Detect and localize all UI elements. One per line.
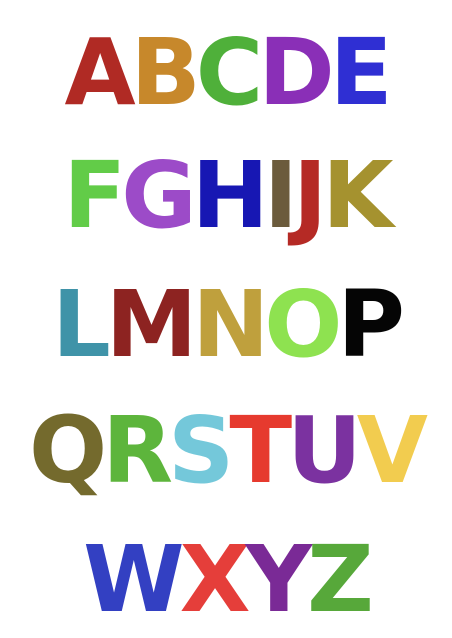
- letter-k: K: [322, 142, 393, 249]
- letter-l: L: [52, 271, 111, 378]
- letter-s: S: [168, 397, 234, 504]
- letter-y: Y: [245, 526, 313, 633]
- letter-p: P: [337, 271, 404, 378]
- letter-c: C: [195, 19, 263, 126]
- letter-row-2: FGHIJK: [0, 141, 452, 251]
- letter-row-1: ABCDE: [0, 18, 452, 128]
- letter-row-5: WXYZ: [0, 525, 452, 635]
- letter-o: O: [264, 271, 342, 378]
- letter-w: W: [83, 526, 185, 633]
- letter-b: B: [130, 19, 201, 126]
- letter-d: D: [258, 19, 334, 126]
- letter-row-4: QRSTUV: [0, 396, 452, 506]
- letter-f: F: [63, 142, 126, 249]
- letter-n: N: [192, 271, 269, 378]
- letter-z: Z: [307, 526, 374, 633]
- letter-u: U: [287, 397, 362, 504]
- letter-a: A: [64, 19, 135, 126]
- letter-x: X: [179, 526, 251, 633]
- letter-i: I: [263, 142, 298, 249]
- letter-r: R: [102, 397, 173, 504]
- letter-t: T: [229, 397, 292, 504]
- letter-row-3: LMNOP: [0, 270, 452, 380]
- alphabet-chart: ABCDE FGHIJK LMNOP QRSTUV WXYZ: [0, 0, 452, 638]
- letter-q: Q: [28, 397, 107, 504]
- letter-m: M: [105, 271, 198, 378]
- letter-g: G: [121, 142, 196, 249]
- letter-h: H: [191, 142, 269, 249]
- letter-e: E: [329, 19, 393, 126]
- letter-j: J: [293, 142, 327, 249]
- letter-v: V: [356, 397, 428, 504]
